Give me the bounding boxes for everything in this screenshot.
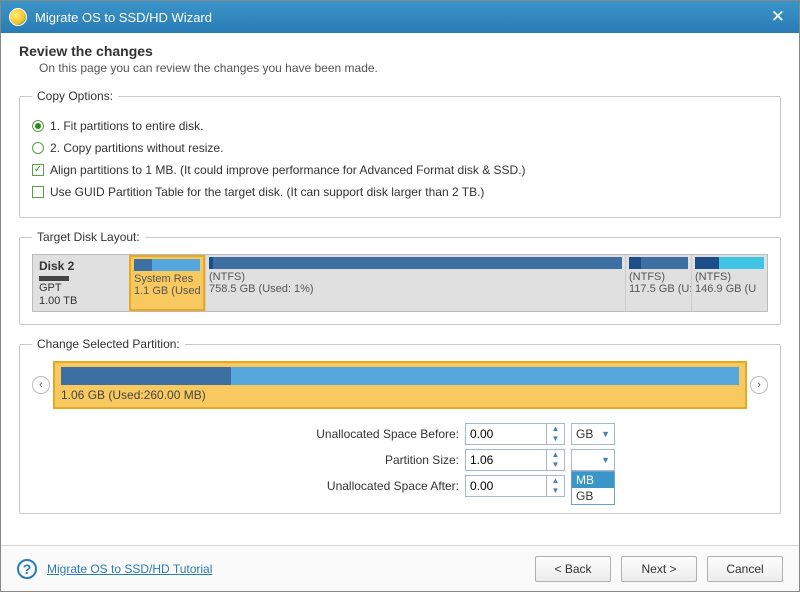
spin-up-icon[interactable]: ▲ [547,424,564,434]
option-align-1mb[interactable]: ✓ Align partitions to 1 MB. (It could im… [32,161,768,179]
option-fit-partitions[interactable]: 1. Fit partitions to entire disk. [32,117,768,135]
change-selected-partition-group: Change Selected Partition: ‹ 1.06 GB (Us… [19,337,781,514]
close-icon[interactable]: ✕ [765,7,791,27]
unit-dropdown: MB GB [571,471,615,505]
chevron-down-icon: ▼ [601,455,610,465]
spin-up-icon[interactable]: ▲ [547,476,564,486]
window-title: Migrate OS to SSD/HD Wizard [35,10,765,25]
page-title: Review the changes [19,43,781,59]
unit-value [576,453,579,467]
unalloc-after-value[interactable] [466,479,546,493]
spin-down-icon[interactable]: ▼ [547,434,564,444]
target-disk-layout-legend: Target Disk Layout: [32,230,145,244]
footer: ? Migrate OS to SSD/HD Tutorial < Back N… [1,545,799,591]
partition-label: (NTFS) [629,271,688,283]
cancel-button[interactable]: Cancel [707,556,783,582]
option-label: Align partitions to 1 MB. (It could impr… [50,161,526,179]
partition-size-unit[interactable]: ▼ MB GB [571,449,615,471]
help-icon[interactable]: ? [17,559,37,579]
unalloc-after-input[interactable]: ▲▼ [465,475,565,497]
disk-type: GPT [39,282,123,294]
prev-partition-button[interactable]: ‹ [32,376,50,394]
disk-size: 1.00 TB [39,295,123,307]
partition-size: 146.9 GB (U [695,283,764,295]
partition-ntfs-3[interactable]: (NTFS) 117.5 GB (U: [625,255,691,311]
partition-size-label: Partition Size: [185,453,459,467]
spin-down-icon[interactable]: ▼ [547,486,564,496]
change-selected-legend: Change Selected Partition: [32,337,185,351]
option-label: 2. Copy partitions without resize. [50,139,223,157]
partition-params: Unallocated Space Before: ▲▼ GB▼ Partiti… [185,423,615,497]
next-partition-button[interactable]: › [750,376,768,394]
option-copy-noresize[interactable]: 2. Copy partitions without resize. [32,139,768,157]
target-disk-layout-group: Target Disk Layout: Disk 2 GPT 1.00 TB S… [19,230,781,325]
unit-option-gb[interactable]: GB [572,488,614,504]
disk-name: Disk 2 [39,259,123,273]
copy-options-legend: Copy Options: [32,89,118,103]
radio-icon [32,120,44,132]
partition-size: 1.1 GB (Used [134,285,200,297]
chevron-down-icon: ▼ [601,429,610,439]
unit-value: GB [576,427,593,441]
unalloc-after-label: Unallocated Space After: [185,479,459,493]
option-use-guid[interactable]: Use GUID Partition Table for the target … [32,183,768,201]
disk-icon [39,276,69,281]
partition-ntfs-4[interactable]: (NTFS) 146.9 GB (U [691,255,767,311]
copy-options-group: Copy Options: 1. Fit partitions to entir… [19,89,781,218]
partition-system-reserved[interactable]: System Res 1.1 GB (Used [129,255,205,311]
partition-size: 758.5 GB (Used: 1%) [209,283,622,295]
partition-ntfs-main[interactable]: (NTFS) 758.5 GB (Used: 1%) [205,255,625,311]
titlebar: Migrate OS to SSD/HD Wizard ✕ [1,1,799,33]
disk-info: Disk 2 GPT 1.00 TB [33,255,129,311]
selected-partition[interactable]: 1.06 GB (Used:260.00 MB) [53,361,747,409]
partition-size-value[interactable] [466,453,546,467]
partition-label: System Res [134,273,200,285]
spin-up-icon[interactable]: ▲ [547,450,564,460]
unit-option-mb[interactable]: MB [572,472,614,488]
unalloc-before-unit[interactable]: GB ▼ [571,423,615,445]
spin-down-icon[interactable]: ▼ [547,460,564,470]
checkbox-icon: ✓ [32,164,44,176]
disk-row: Disk 2 GPT 1.00 TB System Res 1.1 GB (Us… [32,254,768,312]
option-label: 1. Fit partitions to entire disk. [50,117,203,135]
tutorial-link[interactable]: Migrate OS to SSD/HD Tutorial [47,562,212,576]
selected-partition-label: 1.06 GB (Used:260.00 MB) [61,388,739,402]
radio-icon [32,142,44,154]
unalloc-before-input[interactable]: ▲▼ [465,423,565,445]
unalloc-before-value[interactable] [466,427,546,441]
page-subtitle: On this page you can review the changes … [19,61,781,75]
partition-size: 117.5 GB (U: [629,283,688,295]
partition-size-input[interactable]: ▲▼ [465,449,565,471]
unalloc-before-label: Unallocated Space Before: [185,427,459,441]
next-button[interactable]: Next > [621,556,697,582]
checkbox-icon [32,186,44,198]
app-icon [9,8,27,26]
partition-label: (NTFS) [695,271,764,283]
back-button[interactable]: < Back [535,556,611,582]
option-label: Use GUID Partition Table for the target … [50,183,484,201]
partition-label: (NTFS) [209,271,622,283]
